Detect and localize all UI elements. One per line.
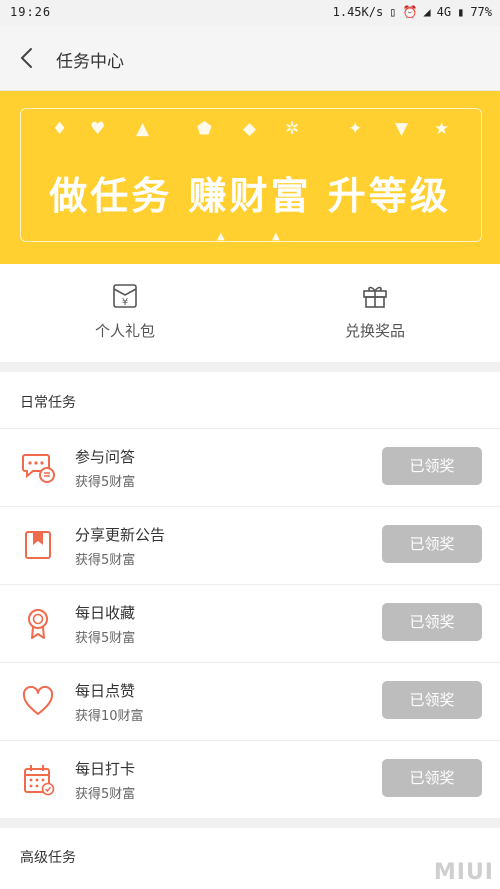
task-name: 参与问答 bbox=[75, 448, 136, 466]
gift-box-icon bbox=[363, 286, 387, 308]
claimed-button[interactable]: 已领奖 bbox=[382, 759, 482, 797]
signal-icon: ◢ bbox=[423, 5, 431, 19]
banner-slogan: 做任务 赚财富 升等级 bbox=[49, 174, 451, 218]
bookmark-icon bbox=[25, 531, 51, 559]
redeem-prize-label: 兑换奖品 bbox=[344, 322, 405, 340]
claimed-button[interactable]: 已领奖 bbox=[382, 525, 482, 563]
triangle-decoration-icon: ▲ bbox=[136, 119, 150, 139]
task-reward: 获得5财富 bbox=[75, 553, 136, 568]
task-reward: 获得5财富 bbox=[75, 787, 136, 802]
heart-decoration-icon: ♥ bbox=[90, 119, 106, 139]
task-row: 参与问答 获得5财富 已领奖 bbox=[0, 429, 500, 506]
task-reward: 获得10财富 bbox=[75, 709, 144, 724]
header: 任务中心 bbox=[0, 26, 500, 91]
spike-decoration-icon: ▼ bbox=[395, 119, 409, 139]
claimed-button[interactable]: 已领奖 bbox=[382, 447, 482, 485]
redeem-prize-button[interactable]: 兑换奖品 bbox=[250, 282, 500, 341]
claimed-button[interactable]: 已领奖 bbox=[382, 681, 482, 719]
battery-level: 77% bbox=[470, 5, 492, 19]
task-row: 分享更新公告 获得5财富 已领奖 bbox=[0, 507, 500, 584]
task-name: 分享更新公告 bbox=[75, 526, 166, 544]
miui-watermark: MIUI bbox=[433, 860, 494, 885]
task-row: 每日点赞 获得10财富 已领奖 bbox=[0, 663, 500, 740]
network-speed: 1.45K/s bbox=[332, 5, 384, 19]
heart-icon bbox=[22, 685, 54, 715]
task-row: 每日收藏 获得5财富 已领奖 bbox=[0, 585, 500, 662]
section-divider bbox=[0, 362, 500, 372]
section-divider bbox=[0, 818, 500, 828]
task-reward: 获得5财富 bbox=[75, 475, 136, 490]
diamond-decoration-icon: ◆ bbox=[243, 119, 257, 139]
chat-icon bbox=[22, 454, 55, 483]
task-name: 每日打卡 bbox=[75, 760, 136, 778]
vibrate-icon: ▯ bbox=[389, 5, 397, 19]
star-decoration-icon: ★ bbox=[434, 119, 450, 139]
pentagon-decoration-icon: ⬟ bbox=[197, 119, 212, 139]
status-bar: 19:26 1.45K/s ▯ ⏰ ◢ 4G ▮ 77% bbox=[0, 0, 500, 26]
battery-icon: ▮ bbox=[457, 5, 465, 19]
quick-actions: ¥ 个人礼包 兑换奖品 bbox=[0, 264, 500, 362]
task-row: 每日打卡 获得5财富 已领奖 bbox=[0, 741, 500, 818]
task-reward: 获得5财富 bbox=[75, 631, 136, 646]
alarm-icon: ⏰ bbox=[402, 5, 418, 19]
page-title: 任务中心 bbox=[56, 52, 124, 72]
runner-decoration-icon: ✲ bbox=[285, 119, 300, 139]
gift-pack-icon: ¥ bbox=[113, 284, 137, 308]
back-arrow-icon bbox=[21, 48, 32, 68]
claimed-button[interactable]: 已领奖 bbox=[382, 603, 482, 641]
task-name: 每日点赞 bbox=[75, 682, 136, 700]
sparkle-decoration-icon: ✦ bbox=[348, 119, 363, 139]
banner: ♦ ♥ ▲ ⬟ ◆ ✲ ✦ ▼ ★ 做任务 赚财富 升等级 ▲ ▲ bbox=[0, 91, 500, 264]
advanced-tasks-title: 高级任务 bbox=[20, 850, 76, 866]
calendar-icon bbox=[24, 765, 55, 796]
back-button[interactable] bbox=[14, 44, 42, 72]
personal-gift-button[interactable]: ¥ 个人礼包 bbox=[0, 282, 250, 341]
daily-tasks-title: 日常任务 bbox=[20, 395, 76, 411]
medal-icon bbox=[28, 609, 48, 639]
drop-decoration-icon: ♦ bbox=[52, 119, 68, 139]
network-type: 4G bbox=[436, 5, 452, 19]
status-time: 19:26 bbox=[10, 5, 52, 19]
svg-text:¥: ¥ bbox=[122, 297, 128, 308]
personal-gift-label: 个人礼包 bbox=[94, 322, 155, 340]
task-name: 每日收藏 bbox=[75, 604, 136, 622]
triangle-small-icon: ▲ bbox=[217, 231, 225, 242]
triangle-small-icon: ▲ bbox=[272, 231, 280, 242]
